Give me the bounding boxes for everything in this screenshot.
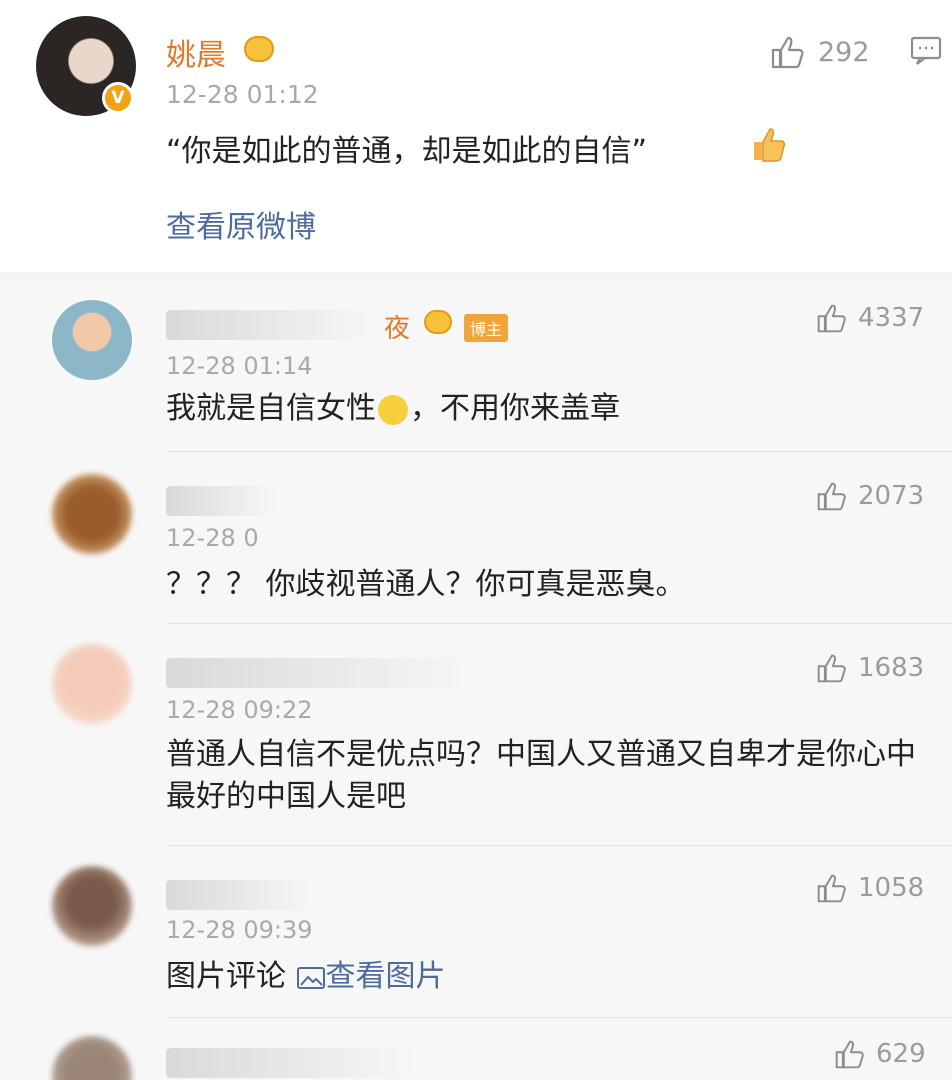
comment-item: 夜 博主 12-28 01:14 我就是自信女性 ，不用你来盖章 4337 bbox=[0, 280, 952, 452]
commenter-avatar-blurred[interactable] bbox=[52, 1036, 132, 1080]
commenter-avatar-blurred[interactable] bbox=[52, 644, 132, 724]
comment-like-button[interactable]: 1683 bbox=[816, 652, 924, 684]
comment-time: 12-28 0 bbox=[166, 524, 259, 552]
commenter-avatar-blurred[interactable] bbox=[52, 866, 132, 946]
vip-crown-icon bbox=[244, 36, 274, 62]
author-name[interactable]: 姚晨 bbox=[166, 30, 226, 74]
comment-text: 普通人自信不是优点吗？中国人又普通又自卑才是你心中最好的中国人是吧 bbox=[166, 737, 916, 814]
comment-like-count: 1683 bbox=[858, 653, 925, 683]
section-divider bbox=[0, 272, 952, 280]
thumbs-up-icon bbox=[817, 874, 846, 903]
comment-time: 12-28 09:39 bbox=[166, 916, 313, 944]
commenter-name-visible: 夜 bbox=[384, 314, 411, 344]
comment-list: 夜 博主 12-28 01:14 我就是自信女性 ，不用你来盖章 4337 12-… bbox=[0, 280, 952, 1080]
laughing-emoji-icon bbox=[378, 394, 408, 425]
commenter-name-blurred[interactable] bbox=[166, 1048, 416, 1078]
commenter-name-blurred[interactable] bbox=[166, 486, 276, 516]
comment-text: 图片评论 查看图片 bbox=[166, 959, 446, 994]
blogger-badge: 博主 bbox=[464, 314, 509, 342]
post-like-button[interactable]: 292 bbox=[770, 34, 870, 70]
commenter-name-blurred[interactable] bbox=[166, 310, 376, 340]
comment-like-button[interactable]: 1058 bbox=[816, 872, 924, 904]
image-icon bbox=[296, 966, 325, 989]
post-time: 12-28 01:12 bbox=[166, 80, 319, 109]
view-original-link[interactable]: 查看原微博 bbox=[166, 202, 316, 246]
commenter-avatar-blurred[interactable] bbox=[52, 474, 132, 554]
comment-like-button[interactable]: 4337 bbox=[816, 302, 924, 334]
thumbs-up-icon bbox=[835, 1040, 864, 1069]
comment-like-count: 4337 bbox=[858, 303, 925, 333]
thumbs-up-icon bbox=[817, 304, 846, 333]
comment-like-count: 2073 bbox=[858, 481, 925, 511]
thumbs-up-icon bbox=[771, 36, 804, 69]
verified-badge: V bbox=[102, 82, 134, 114]
comment-like-count: 629 bbox=[876, 1039, 926, 1069]
comment-item: 12-28 09:22 普通人自信不是优点吗？中国人又普通又自卑才是你心中最好的… bbox=[0, 624, 952, 846]
comment-like-button[interactable]: 2073 bbox=[816, 480, 924, 512]
commenter-name-blurred[interactable] bbox=[166, 658, 476, 688]
view-image-link[interactable]: 查看图片 bbox=[296, 959, 446, 994]
comment-time: 12-28 01:14 bbox=[166, 352, 313, 380]
vip-crown-icon bbox=[424, 310, 452, 334]
post-like-count: 292 bbox=[818, 36, 870, 68]
original-post: V 姚晨 12-28 01:12 “你是如此的普通，却是如此的自信” 查看原微博… bbox=[0, 0, 952, 272]
thumbs-up-emoji-icon bbox=[754, 128, 786, 162]
post-text: “你是如此的普通，却是如此的自信” bbox=[166, 134, 648, 169]
comment-icon[interactable] bbox=[910, 36, 942, 66]
comment-item: 629 bbox=[0, 1018, 952, 1080]
commenter-name-blurred[interactable] bbox=[166, 880, 316, 910]
commenter-avatar[interactable] bbox=[52, 300, 132, 380]
comment-like-button[interactable]: 629 bbox=[834, 1038, 926, 1070]
comment-text: ？？？ 你歧视普通人？你可真是恶臭。 bbox=[166, 567, 686, 602]
comment-item: 12-28 0 ？？？ 你歧视普通人？你可真是恶臭。 2073 bbox=[0, 452, 952, 624]
thumbs-up-icon bbox=[817, 482, 846, 511]
comment-like-count: 1058 bbox=[858, 873, 925, 903]
thumbs-up-icon bbox=[817, 654, 846, 683]
comment-item: 12-28 09:39 图片评论 查看图片 1058 bbox=[0, 846, 952, 1018]
comment-text: 我就是自信女性 ，不用你来盖章 bbox=[166, 391, 620, 426]
comment-time: 12-28 09:22 bbox=[166, 696, 313, 724]
